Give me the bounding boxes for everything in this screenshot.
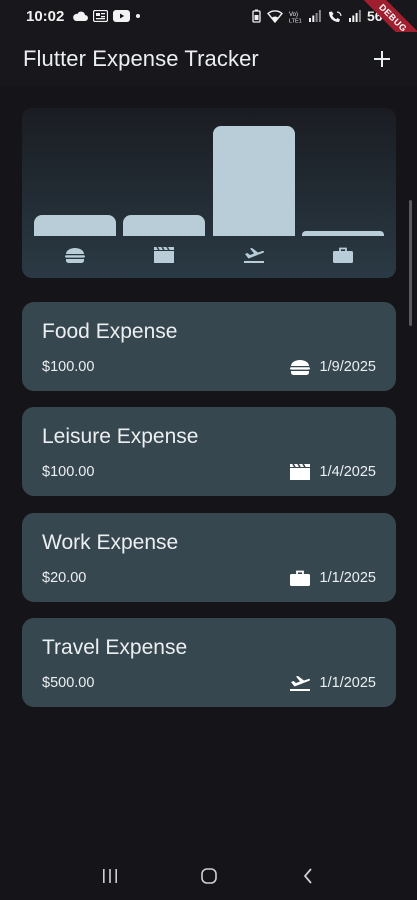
expense-title: Leisure Expense [42, 425, 199, 448]
briefcase-icon [302, 242, 384, 268]
news-icon [93, 10, 109, 22]
cloud-icon [73, 11, 89, 21]
signal-icon-2 [348, 10, 361, 22]
youtube-icon [113, 10, 131, 22]
briefcase-icon [289, 568, 311, 588]
chart-bar-food [34, 215, 116, 236]
dot-icon [136, 14, 141, 18]
signal-icon [308, 10, 321, 22]
status-bar: 10:02 Vo)LTE1 56% DEBUG [0, 0, 417, 60]
recent-apps-button[interactable] [90, 856, 130, 896]
status-time: 10:02 [26, 7, 65, 25]
status-notification-icons [72, 10, 141, 22]
movie-icon [123, 242, 205, 268]
add-expense-button[interactable] [365, 42, 399, 76]
expense-card[interactable]: Food Expense $100.00 1/9/2025 [22, 302, 396, 391]
expense-date: 1/4/2025 [319, 464, 376, 480]
volte-icon: Vo)LTE1 [289, 12, 302, 23]
expense-card[interactable]: Work Expense $20.00 1/1/2025 [22, 513, 396, 602]
scrollbar[interactable] [409, 200, 412, 326]
expense-title: Travel Expense [42, 636, 188, 659]
system-nav-bar [0, 852, 417, 900]
expense-title: Food Expense [42, 320, 178, 343]
expense-amount: $100.00 [42, 464, 95, 480]
expense-chart [22, 108, 396, 278]
expense-title: Work Expense [42, 531, 179, 554]
chart-bar-travel [212, 126, 295, 236]
back-icon [303, 868, 312, 884]
svg-text:LTE1: LTE1 [289, 18, 302, 23]
expense-amount: $500.00 [42, 675, 95, 691]
chart-bar-work [301, 231, 384, 236]
expense-date: 1/1/2025 [319, 570, 376, 586]
expense-amount: $20.00 [42, 570, 87, 586]
chart-bar-leisure [123, 215, 206, 236]
burger-icon [34, 242, 116, 268]
expense-card[interactable]: Travel Expense $500.00 1/1/2025 [22, 618, 396, 707]
wifi-calling-icon [328, 10, 342, 22]
add-icon [374, 51, 390, 67]
flight-takeoff-icon [213, 242, 295, 268]
back-button[interactable] [288, 856, 328, 896]
movie-icon [289, 462, 311, 482]
battery-saver-icon [252, 9, 261, 23]
burger-icon [289, 357, 311, 377]
app-title: Flutter Expense Tracker [23, 46, 259, 71]
app-bar: Flutter Expense Tracker [0, 32, 417, 86]
expense-date: 1/1/2025 [319, 675, 376, 691]
expense-amount: $100.00 [42, 359, 95, 375]
recent-apps-icon [102, 869, 117, 883]
home-icon [200, 868, 217, 884]
expense-date: 1/9/2025 [319, 359, 376, 375]
wifi-icon [266, 9, 283, 23]
flight-takeoff-icon [289, 673, 311, 693]
home-button[interactable] [189, 856, 229, 896]
svg-text:Vo): Vo) [289, 12, 298, 18]
chart-category-icons [34, 238, 384, 272]
expense-card[interactable]: Leisure Expense $100.00 1/4/2025 [22, 407, 396, 496]
chart-bars [34, 118, 384, 236]
